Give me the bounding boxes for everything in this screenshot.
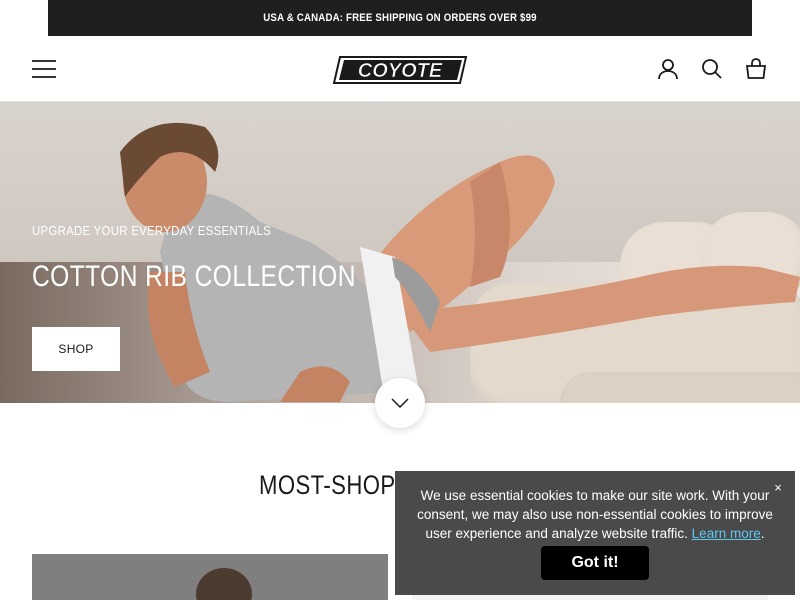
learn-more-link[interactable]: Learn more: [692, 526, 761, 541]
logo-text: COYOTE: [358, 60, 443, 82]
announcement-bar: USA & CANADA: FREE SHIPPING ON ORDERS OV…: [48, 0, 752, 36]
cookie-message: We use essential cookies to make our sit…: [415, 486, 775, 543]
account-icon[interactable]: [652, 36, 684, 102]
hero-title: COTTON RIB COLLECTION: [32, 260, 356, 293]
model-photo: [120, 122, 800, 402]
cookie-banner: × We use essential cookies to make our s…: [395, 471, 795, 595]
product-card[interactable]: [32, 554, 388, 600]
chevron-down-icon: [391, 398, 409, 408]
got-it-button[interactable]: Got it!: [541, 546, 649, 580]
announcement-text: USA & CANADA: FREE SHIPPING ON ORDERS OV…: [263, 12, 537, 24]
shop-button[interactable]: SHOP: [32, 327, 120, 371]
scroll-down-button[interactable]: [375, 378, 425, 428]
site-header: COYOTE: [0, 36, 800, 102]
cookie-period: .: [760, 526, 765, 541]
coyote-logo[interactable]: COYOTE: [332, 53, 468, 87]
menu-icon[interactable]: [28, 36, 60, 102]
hero-subtitle: UPGRADE YOUR EVERYDAY ESSENTIALS: [32, 223, 272, 238]
product-image: [32, 554, 388, 600]
search-icon[interactable]: [696, 36, 728, 102]
hero-banner[interactable]: UPGRADE YOUR EVERYDAY ESSENTIALS COTTON …: [0, 102, 800, 403]
cart-icon[interactable]: [740, 36, 772, 102]
